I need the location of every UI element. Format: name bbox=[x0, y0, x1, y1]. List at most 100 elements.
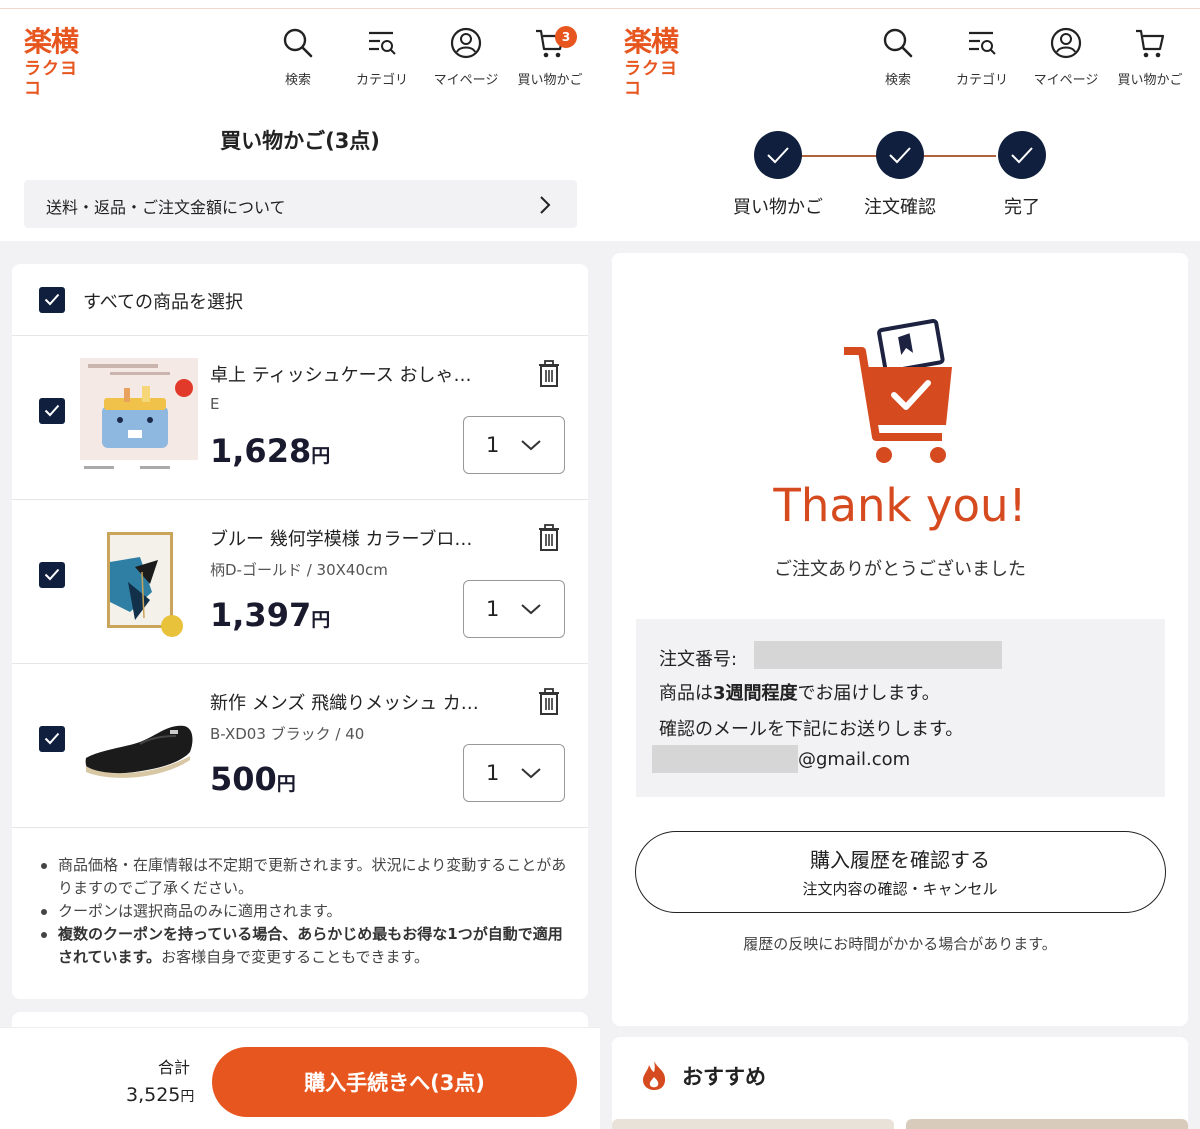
delivery-text: 商品は bbox=[659, 683, 713, 704]
currency-label: 円 bbox=[276, 773, 296, 795]
step-label-cart: 買い物かご bbox=[733, 197, 823, 218]
nav-category[interactable]: カテゴリ bbox=[940, 25, 1024, 88]
cart-icon bbox=[1136, 29, 1165, 58]
chevron-down-icon bbox=[521, 440, 541, 451]
nav-search-label: 検索 bbox=[284, 73, 311, 88]
item-variant: B-XD03 ブラック / 40 bbox=[210, 725, 365, 743]
currency-label: 円 bbox=[180, 1089, 195, 1105]
step-complete-marker bbox=[876, 131, 924, 179]
quantity-value: 1 bbox=[486, 433, 500, 457]
nav-search-label: 検索 bbox=[884, 73, 911, 88]
logo[interactable]: 楽横 ラクヨコ bbox=[24, 25, 94, 99]
select-all-label: すべての商品を選択 bbox=[83, 292, 244, 313]
history-note: 履歴の反映にお時間がかかる場合があります。 bbox=[743, 935, 1057, 953]
item-checkbox[interactable] bbox=[39, 562, 65, 588]
trash-icon[interactable] bbox=[537, 524, 561, 552]
note-text: 商品価格・在庫情報は不定期で更新されます。状況により変動することがありますのでご… bbox=[58, 856, 567, 897]
step-connector bbox=[800, 155, 880, 157]
step-complete-marker bbox=[754, 131, 802, 179]
logo[interactable]: 楽横 ラクヨコ bbox=[624, 25, 694, 99]
redacted-order-number bbox=[754, 641, 1002, 669]
recommended-product-image[interactable] bbox=[612, 1119, 894, 1129]
nav-category[interactable]: カテゴリ bbox=[340, 25, 424, 88]
checkmark-icon bbox=[1011, 147, 1033, 164]
trash-icon[interactable] bbox=[537, 360, 561, 388]
nav-cart[interactable]: 3 買い物かご bbox=[508, 25, 592, 88]
checkmark-icon bbox=[44, 732, 60, 745]
nav-mypage[interactable]: マイページ bbox=[1024, 25, 1108, 88]
nav-cart[interactable]: 買い物かご bbox=[1108, 25, 1192, 88]
complete-header: 楽横 ラクヨコ 検索 カテゴリ マイページ 買い物かご 買い物かご 注文確認 完… bbox=[600, 9, 1200, 241]
search-icon bbox=[883, 28, 913, 58]
chevron-right-icon bbox=[540, 196, 551, 214]
history-button-sublabel: 注文内容の確認・キャンセル bbox=[802, 880, 998, 898]
shopping-cart-check-icon bbox=[844, 318, 952, 463]
order-number-label: 注文番号: bbox=[659, 649, 738, 670]
total-amount: 3,525 bbox=[126, 1084, 181, 1106]
select-all-checkbox[interactable] bbox=[39, 287, 65, 313]
note-text: お客様自身で変更することもできます。 bbox=[161, 948, 429, 966]
checkmark-icon bbox=[44, 293, 60, 306]
currency-label: 円 bbox=[311, 609, 331, 631]
item-variant: 柄D-ゴールド / 30X40cm bbox=[210, 561, 388, 579]
note-item: 商品価格・在庫情報は不定期で更新されます。状況により変動することがありますのでご… bbox=[38, 854, 568, 900]
select-all-row[interactable]: すべての商品を選択 bbox=[12, 264, 588, 336]
chevron-down-icon bbox=[521, 604, 541, 615]
step-label-done: 完了 bbox=[1004, 197, 1040, 218]
cart-header: 楽横 ラクヨコ 検索 カテゴリ マイページ 3 買い物かご 買い物かご(3点) … bbox=[0, 9, 600, 241]
quantity-value: 1 bbox=[486, 761, 500, 785]
nav-mypage-label: マイページ bbox=[1033, 73, 1099, 88]
shipping-info-link[interactable]: 送料・返品・ご注文金額について bbox=[24, 180, 577, 228]
cart-item: ブルー 幾何学模様 カラーブロ… 柄D-ゴールド / 30X40cm 1,397… bbox=[12, 500, 588, 664]
purchase-history-button[interactable]: 購入履歴を確認する 注文内容の確認・キャンセル bbox=[635, 831, 1166, 913]
mail-notice: 確認のメールを下記にお送りします。 bbox=[659, 719, 964, 740]
product-image-wall-art[interactable] bbox=[80, 522, 198, 640]
nav-mypage[interactable]: マイページ bbox=[424, 25, 508, 88]
total-label: 合計 bbox=[158, 1058, 191, 1077]
recommend-title: おすすめ bbox=[682, 1065, 766, 1089]
cart-item: 新作 メンズ 飛織りメッシュ カ… B-XD03 ブラック / 40 500円 … bbox=[12, 664, 588, 828]
page-title: 買い物かご(3点) bbox=[220, 129, 380, 153]
item-name[interactable]: ブルー 幾何学模様 カラーブロ… bbox=[210, 525, 510, 551]
step-connector bbox=[924, 155, 996, 157]
item-name[interactable]: 卓上 ティッシュケース おしゃ… bbox=[210, 361, 510, 387]
recommended-product-image[interactable] bbox=[906, 1119, 1188, 1129]
note-item: クーポンは選択商品のみに適用されます。 bbox=[38, 900, 568, 923]
note-text: クーポンは選択商品のみに適用されます。 bbox=[58, 902, 342, 920]
order-complete-screen: 楽横 ラクヨコ 検索 カテゴリ マイページ 買い物かご 買い物かご 注文確認 完… bbox=[600, 9, 1200, 1129]
product-image-shoes[interactable] bbox=[80, 686, 198, 804]
item-price-value: 1,397 bbox=[210, 596, 312, 634]
item-checkbox[interactable] bbox=[39, 398, 65, 424]
nav-category-label: カテゴリ bbox=[355, 73, 408, 88]
quantity-select[interactable]: 1 bbox=[463, 580, 565, 638]
step-complete-marker bbox=[998, 131, 1046, 179]
nav-search[interactable]: 検索 bbox=[256, 25, 340, 88]
delivery-estimate: 商品は3週間程度でお届けします。 bbox=[659, 679, 940, 705]
checkout-bar: 合計 3,525円 購入手続きへ(3点) bbox=[0, 1027, 600, 1129]
recommend-section: おすすめ bbox=[612, 1037, 1188, 1129]
nav-category-label: カテゴリ bbox=[955, 73, 1008, 88]
category-icon bbox=[969, 31, 996, 55]
item-price: 500円 bbox=[210, 760, 296, 798]
email-domain: @gmail.com bbox=[798, 749, 911, 770]
cart-items-card: すべての商品を選択 卓上 ティッシュケース おしゃ… E 1,628円 1 ブル… bbox=[12, 264, 588, 999]
quantity-select[interactable]: 1 bbox=[463, 416, 565, 474]
trash-icon[interactable] bbox=[537, 688, 561, 716]
category-icon bbox=[369, 31, 396, 55]
product-image-tissue-case[interactable] bbox=[80, 358, 198, 476]
item-name[interactable]: 新作 メンズ 飛織りメッシュ カ… bbox=[210, 689, 510, 715]
item-price: 1,397円 bbox=[210, 596, 330, 634]
quantity-select[interactable]: 1 bbox=[463, 744, 565, 802]
currency-label: 円 bbox=[311, 445, 331, 467]
delivery-period: 3週間程度 bbox=[713, 683, 798, 704]
history-button-label: 購入履歴を確認する bbox=[810, 848, 990, 872]
checkout-button[interactable]: 購入手続きへ(3点) bbox=[212, 1047, 577, 1117]
cart-screen: 楽横 ラクヨコ 検索 カテゴリ マイページ 3 買い物かご 買い物かご(3点) … bbox=[0, 9, 600, 1129]
thank-you-card: Thank you! ご注文ありがとうございました 注文番号: 商品は3週間程度… bbox=[612, 253, 1188, 1026]
item-checkbox[interactable] bbox=[39, 726, 65, 752]
user-icon bbox=[450, 27, 482, 59]
cart-item: 卓上 ティッシュケース おしゃ… E 1,628円 1 bbox=[12, 336, 588, 500]
nav-cart-label: 買い物かご bbox=[1117, 73, 1183, 88]
checkmark-icon bbox=[44, 568, 60, 581]
nav-search[interactable]: 検索 bbox=[856, 25, 940, 88]
